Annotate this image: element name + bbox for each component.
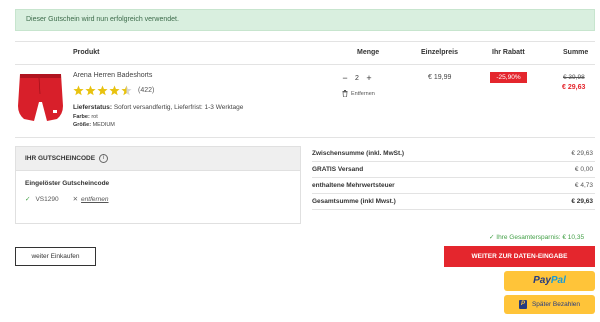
remove-coupon-link[interactable]: entfernen: [81, 196, 108, 203]
totals-row-grand-total: Gesamtsumme (inkl Mwst.) € 29,63: [312, 194, 595, 210]
total-savings: ✓ Ihre Gesamtersparnis: € 10,35: [489, 233, 584, 241]
header-discount: Ihr Rabatt: [492, 49, 525, 56]
order-totals: Zwischensumme (inkl. MwSt.) € 29,63 GRAT…: [312, 146, 595, 210]
header-total: Summe: [563, 49, 589, 56]
color-value: rot: [91, 114, 98, 120]
star-half-icon: [121, 85, 132, 96]
savings-text: Ihre Gesamtersparnis: € 10,35: [496, 234, 585, 241]
success-alert: Dieser Gutschein wird nun erfolgreich ve…: [15, 9, 595, 31]
qty-increase-button[interactable]: +: [364, 73, 374, 83]
coupon-code: VS1290: [35, 195, 59, 203]
product-name[interactable]: Arena Herren Badeshorts: [73, 72, 152, 79]
remove-item-button[interactable]: Entfernen: [342, 90, 375, 97]
subtotal-label: Zwischensumme (inkl. MwSt.): [312, 150, 405, 157]
coupon-title: IHR GUTSCHEINCODE: [25, 154, 96, 162]
star-icon: [97, 85, 108, 96]
grand-total-value: € 29,63: [571, 198, 593, 205]
product-image[interactable]: [17, 72, 64, 124]
header-quantity: Menge: [357, 49, 380, 56]
shipping-label: GRATIS Versand: [312, 166, 364, 173]
paypal-button[interactable]: PayPal: [504, 271, 595, 291]
shipping-value: € 0,00: [574, 166, 593, 173]
quantity-stepper: − 2 +: [340, 73, 374, 83]
continue-shopping-button[interactable]: weiter Einkaufen: [15, 247, 96, 266]
pay-later-label: Später Bezahlen: [531, 301, 581, 308]
color-label: Farbe:: [73, 114, 90, 120]
info-icon[interactable]: i: [99, 154, 109, 163]
delivery-status: Lieferstatus: Sofort versandfertig, Lief…: [73, 104, 243, 111]
delivery-status-value: Sofort versandfertig, Lieferfrist: 1-3 W…: [113, 104, 244, 111]
coupon-subtitle: Eingelöster Gutscheincode: [25, 180, 110, 187]
coupon-panel-header: IHR GUTSCHEINCODE i: [16, 147, 300, 171]
size-value: MEDIUM: [92, 122, 115, 128]
qty-decrease-button[interactable]: −: [340, 73, 350, 83]
product-size: Größe: MEDIUM: [73, 122, 115, 128]
divider: [15, 137, 595, 138]
star-icon: [85, 85, 96, 96]
product-color: Farbe: rot: [73, 114, 98, 120]
unit-price: € 19,99: [428, 74, 452, 81]
tax-label: enthaltene Mehrwertsteuer: [312, 182, 395, 189]
qty-value[interactable]: 2: [350, 75, 364, 82]
totals-row-shipping: GRATIS Versand € 0,00: [312, 162, 595, 178]
checkout-button[interactable]: WEITER ZUR DATEN-EINGABE: [444, 246, 595, 267]
paypal-icon: P: [518, 300, 527, 309]
cart-table-header: Produkt Menge Einzelpreis Ihr Rabatt Sum…: [15, 41, 595, 65]
tax-value: € 4,73: [574, 182, 593, 189]
product-rating: (422): [73, 85, 154, 96]
subtotal-value: € 29,63: [571, 150, 593, 157]
star-icon: [73, 85, 84, 96]
header-product: Produkt: [73, 49, 100, 56]
new-price: € 29,63: [562, 84, 586, 91]
size-label: Größe:: [73, 122, 92, 128]
discount-badge: -25,90%: [490, 72, 527, 83]
coupon-panel: IHR GUTSCHEINCODE i Eingelöster Gutschei…: [15, 146, 301, 224]
grand-total-label: Gesamtsumme (inkl Mwst.): [312, 198, 396, 205]
delivery-status-label: Lieferstatus:: [73, 104, 113, 111]
remove-label: Entfernen: [351, 90, 375, 97]
review-count[interactable]: (422): [138, 87, 154, 94]
coupon-applied-row: ✓ VS1290 ✕ entfernen: [25, 195, 109, 204]
trash-icon: [342, 90, 348, 97]
paypal-logo-pay: Pay: [533, 275, 551, 286]
old-price: € 39,98: [563, 74, 585, 81]
totals-row-tax: enthaltene Mehrwertsteuer € 4,73: [312, 178, 595, 194]
totals-row-subtotal: Zwischensumme (inkl. MwSt.) € 29,63: [312, 146, 595, 162]
close-icon[interactable]: ✕: [73, 195, 78, 203]
star-icon: [109, 85, 120, 96]
paypal-logo-pal: Pal: [550, 275, 566, 286]
header-unit-price: Einzelpreis: [421, 49, 458, 56]
paypal-pay-later-button[interactable]: P Später Bezahlen: [504, 295, 595, 314]
check-icon: ✓: [25, 196, 31, 203]
